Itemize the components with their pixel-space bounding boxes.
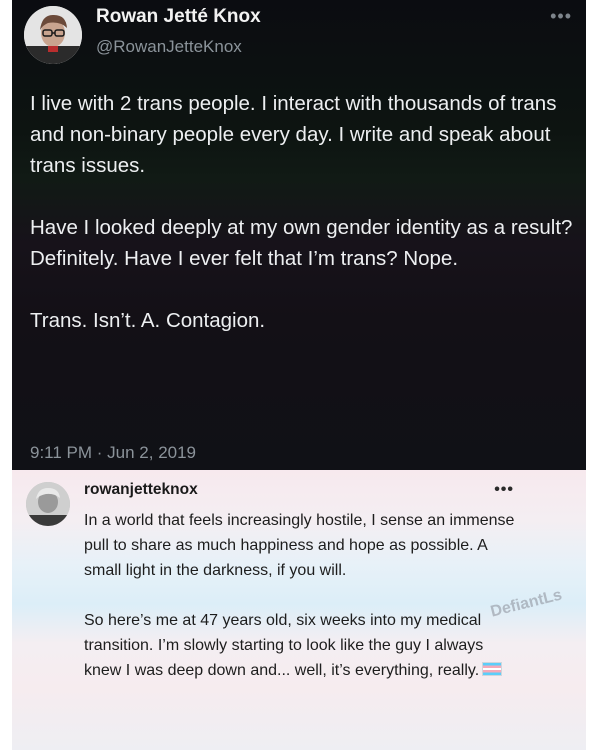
profile-photo-icon [26,482,70,526]
post-username[interactable]: rowanjetteknox [84,481,198,499]
profile-photo-icon [24,6,82,64]
tweet-card: Rowan Jetté Knox @RowanJetteKnox ••• I l… [12,0,586,470]
more-options-ellipsis-icon[interactable]: ••• [494,481,514,499]
tweet-text: I live with 2 trans people. I interact w… [30,88,578,367]
post-caption: In a world that feels increasingly hosti… [84,508,524,708]
instagram-post: rowanjetteknox ••• In a world that feels… [12,470,586,750]
timestamp[interactable]: 9:11 PM · Jun 2, 2019 [30,443,196,463]
caption-text: So here’s me at 47 years old, six weeks … [84,612,484,679]
more-options-ellipsis-icon[interactable]: ••• [550,6,572,27]
caption-paragraph: In a world that feels increasingly hosti… [84,512,515,579]
transgender-flag-icon [482,662,503,676]
avatar[interactable] [24,6,82,64]
avatar[interactable] [26,482,70,526]
caption-paragraph: So here’s me at 47 years old, six weeks … [84,608,524,683]
tweet-paragraph: I live with 2 trans people. I interact w… [30,92,557,177]
handle[interactable]: @RowanJetteKnox [96,37,242,57]
tweet-paragraph: Have I looked deeply at my own gender id… [30,216,573,270]
tweet-paragraph: Trans. Isn’t. A. Contagion. [30,309,266,332]
display-name[interactable]: Rowan Jetté Knox [96,6,261,28]
